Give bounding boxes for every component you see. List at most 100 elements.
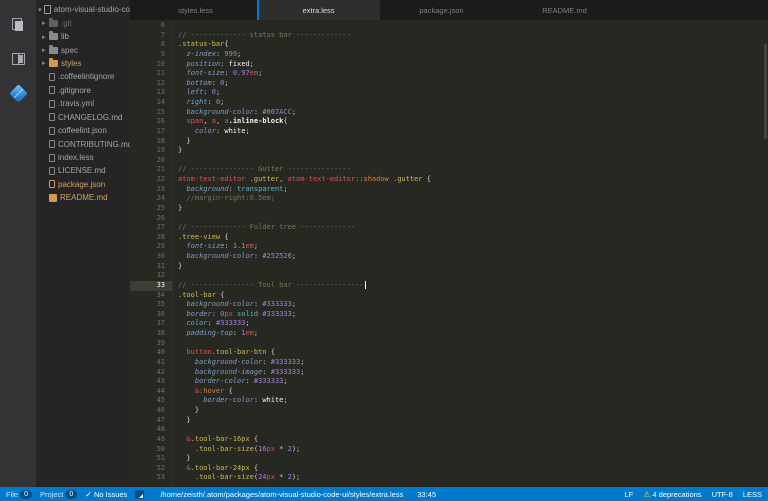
code-line-23[interactable]: background: transparent;: [178, 185, 768, 195]
code-line-50[interactable]: .tool-bar-size(16px * 2);: [178, 445, 768, 455]
code-line-28[interactable]: .tree-view {: [178, 233, 768, 243]
code-line-47[interactable]: }: [178, 416, 768, 426]
tab-extra.less[interactable]: extra.less: [257, 0, 380, 20]
code-line-20[interactable]: [178, 156, 768, 166]
line-number: 19: [156, 146, 165, 155]
no-issues-status[interactable]: ✓ No Issues: [85, 490, 127, 499]
chevron-right-icon: ▸: [42, 47, 46, 55]
deprecations-indicator[interactable]: ⚠ 4 deprecations: [643, 490, 701, 499]
code-line-26[interactable]: [178, 214, 768, 224]
tab-label: extra.less: [302, 5, 335, 15]
code-line-40[interactable]: button.tool-bar-btn {: [178, 348, 768, 358]
panel-toggle-icon: [135, 489, 145, 499]
code-line-33[interactable]: // --------------- Tool bar ------------…: [178, 280, 768, 291]
files-icon[interactable]: [5, 10, 31, 40]
tree-item-.gitignore[interactable]: .gitignore: [36, 84, 130, 97]
code-line-30[interactable]: background-color: #252526;: [178, 252, 768, 262]
file-path[interactable]: /home/zeisth/.atom/packages/atom-visual-…: [160, 490, 403, 499]
tab-package.json[interactable]: package.json: [380, 0, 503, 20]
line-number: 13: [156, 88, 165, 97]
code-line-6[interactable]: [178, 21, 768, 31]
code-line-22[interactable]: atom-text-editor .gutter, atom-text-edit…: [178, 175, 768, 185]
code-line-41[interactable]: background-color: #333333;: [178, 358, 768, 368]
tree-item-lib[interactable]: ▸ lib: [36, 30, 130, 43]
code-line-46[interactable]: }: [178, 406, 768, 416]
code-line-29[interactable]: font-size: 1.1em;: [178, 242, 768, 252]
tree-item-.git[interactable]: ▸ .git: [36, 16, 130, 29]
line-number: 51: [156, 454, 165, 463]
tree-item-CONTRIBUTING.md[interactable]: CONTRIBUTING.md: [36, 137, 130, 150]
code-line-52[interactable]: &.tool-bar-24px {: [178, 464, 768, 474]
code-line-19[interactable]: }: [178, 146, 768, 156]
editor-scrollbar[interactable]: [764, 44, 767, 139]
code-line-43[interactable]: border-color: #333333;: [178, 377, 768, 387]
tree-item-CHANGELOG.md[interactable]: CHANGELOG.md: [36, 111, 130, 124]
cursor-position[interactable]: 33:45: [417, 490, 436, 499]
code-line-14[interactable]: right: 0;: [178, 98, 768, 108]
tab-bar: styles.less extra.less package.json README.…: [130, 0, 768, 20]
code-line-27[interactable]: // ------------- Folder tree -----------…: [178, 223, 768, 233]
line-number: 35: [156, 300, 165, 309]
code-line-18[interactable]: }: [178, 137, 768, 147]
code-line-39[interactable]: [178, 339, 768, 349]
grammar-indicator[interactable]: LESS: [743, 490, 762, 499]
code-line-9[interactable]: z-index: 999;: [178, 50, 768, 60]
tree-item-.travis.yml[interactable]: .travis.yml: [36, 97, 130, 110]
tree-item-README.md[interactable]: README.md: [36, 191, 130, 204]
code-line-10[interactable]: position: fixed;: [178, 60, 768, 70]
code-line-15[interactable]: background-color: #007ACC;: [178, 108, 768, 118]
editor-area: styles.less extra.less package.json README.…: [130, 0, 768, 487]
line-number: 32: [156, 271, 165, 280]
code-line-32[interactable]: [178, 271, 768, 281]
tree-item-spec[interactable]: ▸ spec: [36, 43, 130, 56]
tab-README.md[interactable]: README.md: [503, 0, 626, 20]
file-tree: ▾ atom-visual-studio-code-ui ▸ .git ▸ lib ▸ spe…: [36, 0, 130, 205]
tree-item-coffeelint.json[interactable]: coffeelint.json: [36, 124, 130, 137]
code-line-17[interactable]: color: white;: [178, 127, 768, 137]
code-line-34[interactable]: .tool-bar {: [178, 291, 768, 301]
code-line-13[interactable]: left: 0;: [178, 88, 768, 98]
code-line-31[interactable]: }: [178, 262, 768, 272]
line-number: 41: [156, 357, 165, 366]
tree-item-atom-visual-studio-code-ui[interactable]: ▾ atom-visual-studio-code-ui: [36, 3, 130, 16]
code-line-37[interactable]: color: #333333;: [178, 319, 768, 329]
code-line-35[interactable]: background-color: #333333;: [178, 300, 768, 310]
encoding-indicator[interactable]: UTF-8: [712, 490, 733, 499]
code-line-16[interactable]: span, a, a.inline-block{: [178, 117, 768, 127]
tab-styles.less[interactable]: styles.less: [134, 0, 257, 20]
code-line-51[interactable]: }: [178, 454, 768, 464]
tree-item-LICENSE.md[interactable]: LICENSE.md: [36, 164, 130, 177]
code-line-38[interactable]: padding-top: 1em;: [178, 329, 768, 339]
code-line-21[interactable]: // --------------- Gutter --------------…: [178, 165, 768, 175]
line-number: 29: [156, 242, 165, 251]
text-editor[interactable]: 6 7 8 9 10 11 12 13 14 15 16 17 18 19 20 21 22 23 24 25 26 27…: [130, 20, 768, 487]
code-line-12[interactable]: bottom: 0;: [178, 79, 768, 89]
line-number: 43: [156, 377, 165, 386]
activity-bar: [0, 0, 36, 487]
tree-item-.coffeelintignore[interactable]: .coffeelintignore: [36, 70, 130, 83]
code-line-49[interactable]: &.tool-bar-16px {: [178, 435, 768, 445]
packages-diamond-icon[interactable]: [5, 78, 31, 108]
code-line-36[interactable]: border: 0px solid #333333;: [178, 310, 768, 320]
linter-panel-toggle[interactable]: [135, 489, 145, 499]
line-number: 22: [156, 175, 165, 183]
tree-item-package.json[interactable]: package.json: [36, 178, 130, 191]
code-line-7[interactable]: // ------------- status bar ------------…: [178, 31, 768, 41]
code-line-24[interactable]: //margin-right:0.5em;: [178, 194, 768, 204]
tree-item-index.less[interactable]: index.less: [36, 151, 130, 164]
code-line-8[interactable]: .status-bar{: [178, 40, 768, 50]
linter-file-counter[interactable]: File 0: [6, 489, 32, 499]
line-ending-indicator[interactable]: LF: [624, 490, 633, 499]
code-line-42[interactable]: background-image: #333333;: [178, 368, 768, 378]
line-number: 49: [156, 434, 165, 443]
code-line-25[interactable]: }: [178, 204, 768, 214]
split-editor-icon[interactable]: [5, 44, 31, 74]
line-number: 17: [156, 126, 165, 135]
tree-item-styles[interactable]: ▸ styles: [36, 57, 130, 70]
code-line-53[interactable]: .tool-bar-size(24px * 2);: [178, 473, 768, 483]
code-line-48[interactable]: [178, 425, 768, 435]
code-line-11[interactable]: font-size: 0.97em;: [178, 69, 768, 79]
code-line-44[interactable]: &:hover {: [178, 387, 768, 397]
code-line-45[interactable]: border-color: white;: [178, 396, 768, 406]
linter-project-counter[interactable]: Project 0: [40, 489, 78, 499]
